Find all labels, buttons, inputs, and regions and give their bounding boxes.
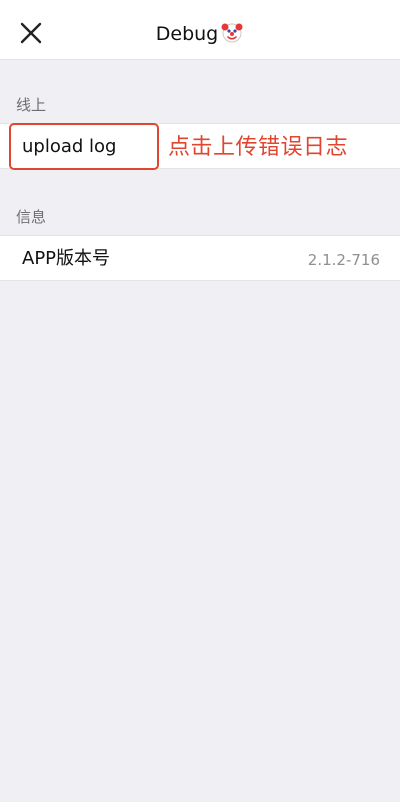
page-title: Debug xyxy=(0,20,400,47)
clown-face-icon xyxy=(221,23,243,43)
section-header-online: 线上 xyxy=(16,96,47,114)
app-version-row: APP版本号 2.1.2-716 xyxy=(0,235,400,281)
upload-annotation: 点击上传错误日志 xyxy=(168,135,349,160)
page-title-text: Debug xyxy=(155,23,219,45)
section-header-info: 信息 xyxy=(16,208,47,226)
app-version-label: APP版本号 xyxy=(22,248,111,269)
upload-log-highlight xyxy=(9,123,159,170)
navigation-bar: Debug xyxy=(0,0,400,60)
app-version-value: 2.1.2-716 xyxy=(307,251,380,269)
